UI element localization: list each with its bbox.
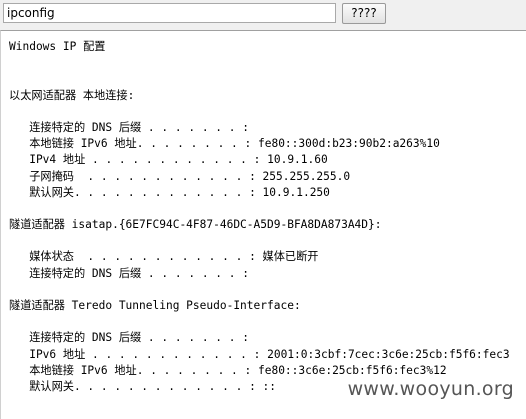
run-button[interactable]: ???? — [342, 3, 386, 24]
output-line: 媒体状态 . . . . . . . . . . . . : 媒体已断开 — [9, 250, 319, 264]
output-line: 连接特定的 DNS 后缀 . . . . . . . : — [9, 331, 249, 345]
output-line: IPv6 地址 . . . . . . . . . . . . : 2001:0… — [9, 347, 510, 361]
output-line: 本地链接 IPv6 地址. . . . . . . . : fe80::3c6e… — [9, 363, 447, 377]
output-line: 默认网关. . . . . . . . . . . . . : 10.9.1.2… — [9, 185, 330, 199]
output-line: Windows IP 配置 — [9, 40, 106, 53]
output-line: 子网掩码 . . . . . . . . . . . . : 255.255.2… — [9, 169, 351, 183]
output-line: 隧道适配器 isatap.{6E7FC94C-4F87-46DC-A5D9-BF… — [9, 218, 382, 232]
command-output-panel: Windows IP 配置 以太网适配器 本地连接: 连接特定的 DNS 后缀 … — [0, 30, 526, 419]
output-line: 连接特定的 DNS 后缀 . . . . . . . : — [9, 266, 249, 280]
site-watermark: www.wooyun.org — [347, 378, 514, 400]
command-input[interactable] — [3, 3, 336, 23]
output-line: 隧道适配器 Teredo Tunneling Pseudo-Interface: — [9, 299, 301, 312]
output-line: 以太网适配器 本地连接: — [9, 88, 135, 102]
output-line: 连接特定的 DNS 后缀 . . . . . . . : — [9, 120, 249, 134]
output-line: IPv4 地址 . . . . . . . . . . . . : 10.9.1… — [9, 153, 328, 167]
output-line: 本地链接 IPv6 地址. . . . . . . . : fe80::300d… — [9, 137, 440, 151]
